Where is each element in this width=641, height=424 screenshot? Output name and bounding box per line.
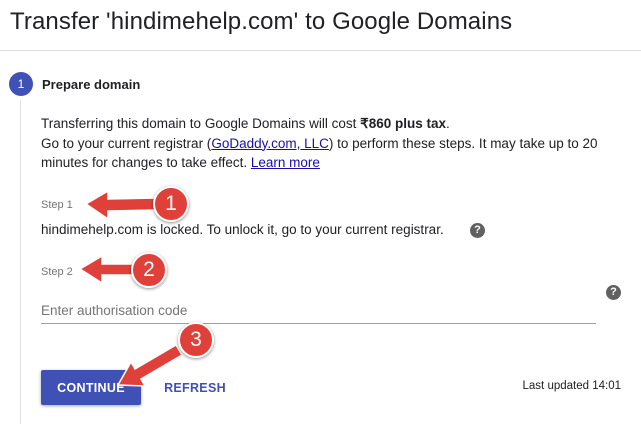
arrow-1-icon [84,189,157,221]
annotation-badge-3: 3 [178,322,214,358]
learn-more-link[interactable]: Learn more [251,155,320,170]
step-number-badge: 1 [9,72,33,96]
page-title: Transfer 'hindimehelp.com' to Google Dom… [10,8,513,35]
transfer-cost: ₹860 plus tax [360,116,447,131]
annotation-badge-2: 2 [131,252,167,288]
refresh-button[interactable]: REFRESH [158,370,232,405]
stepper-rail [20,100,21,424]
help-icon[interactable]: ? [470,223,485,238]
annotation-badge-1: 1 [153,186,189,222]
domain-lock-status: hindimehelp.com is locked. To unlock it,… [41,222,444,237]
arrow-2-icon [78,254,135,285]
continue-button[interactable]: CONTINUE [41,370,141,405]
cost-prefix: Transferring this domain to Google Domai… [41,116,361,131]
step-title: Prepare domain [42,77,141,92]
cost-suffix: . [446,116,450,131]
step2-label: Step 2 [41,266,73,278]
transfer-description: Transferring this domain to Google Domai… [41,114,631,173]
help-icon[interactable]: ? [606,285,621,300]
registrar-link[interactable]: GoDaddy.com, LLC [211,136,329,151]
authorisation-code-input[interactable] [41,298,596,324]
title-divider [0,50,641,51]
registrar-prefix: Go to your current registrar ( [41,135,212,151]
annotation-arrows [78,189,184,387]
last-updated-timestamp: Last updated 14:01 [522,380,621,392]
step1-label: Step 1 [41,199,73,211]
